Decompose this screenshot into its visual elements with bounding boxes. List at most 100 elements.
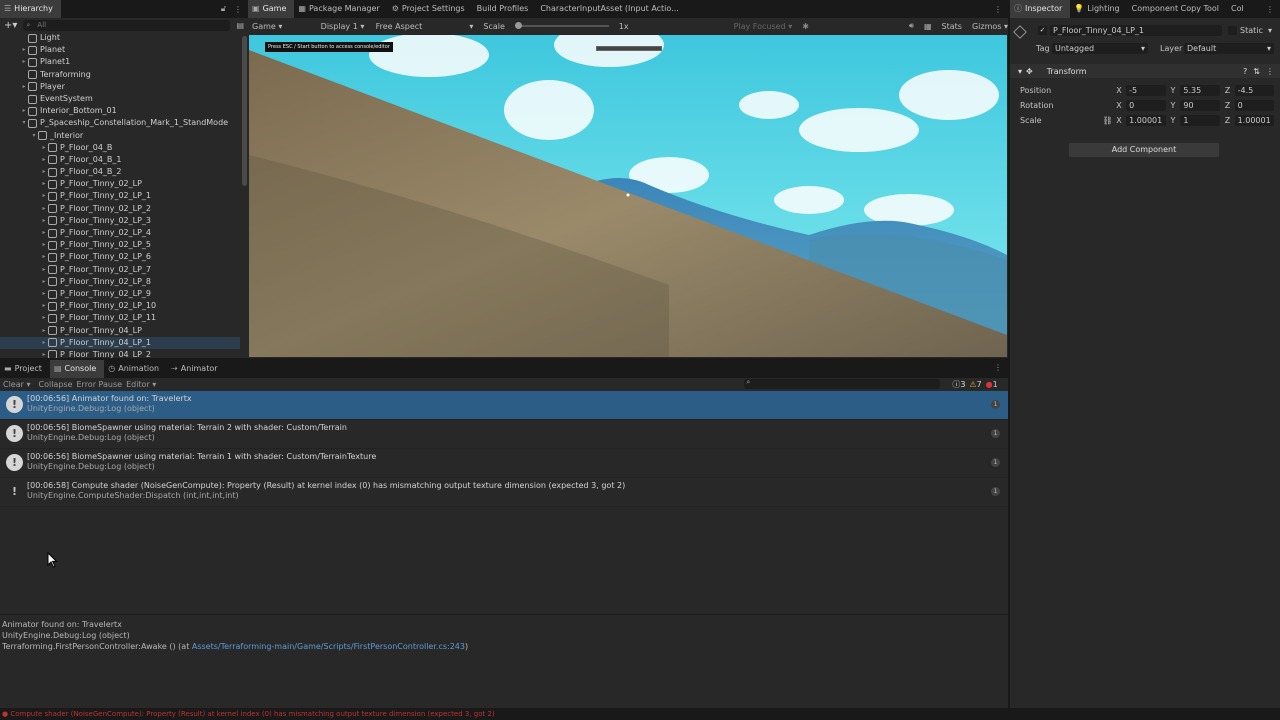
layer-dropdown[interactable]: Default ▾ [1184, 43, 1274, 54]
game-viewport[interactable]: Press ESC / Start button to access conso… [249, 35, 1007, 357]
display-dropdown[interactable]: Display 1 ▾ [321, 22, 366, 31]
hierarchy-item[interactable]: Light [0, 32, 240, 44]
expand-arrow-icon[interactable]: ▸ [40, 312, 48, 324]
hierarchy-item[interactable]: ▸ P_Floor_Tinny_02_LP_10 [0, 300, 240, 312]
expand-arrow-icon[interactable]: ▸ [40, 300, 48, 312]
hierarchy-item[interactable]: ▸ P_Floor_Tinny_02_LP_6 [0, 251, 240, 263]
top-tab[interactable]: CharacterInputAsset (Input Actio... [536, 0, 686, 18]
hierarchy-item[interactable]: ▸ P_Floor_Tinny_02_LP_11 [0, 312, 240, 324]
constrain-scale-icon[interactable]: ⛓︎ [1103, 116, 1117, 125]
hierarchy-item[interactable]: ▸ P_Floor_04_B_1 [0, 154, 240, 166]
hierarchy-item[interactable]: ▸ Interior_Bottom_01 [0, 105, 240, 117]
lock-icon[interactable]: 🔓︎ [219, 4, 228, 14]
expand-arrow-icon[interactable]: ▸ [40, 264, 48, 276]
component-menu-icon[interactable]: ⋮ [1266, 67, 1274, 76]
inspector-tab[interactable]: ⓘ Inspector [1010, 0, 1071, 18]
tag-dropdown[interactable]: Untagged ▾ [1052, 43, 1148, 54]
hierarchy-item[interactable]: ▸ P_Floor_Tinny_04_LP_1 [0, 336, 240, 349]
hierarchy-search-input[interactable]: ⌕ All [23, 19, 231, 31]
console-tab[interactable]: ▬ Project [0, 360, 50, 378]
console-search-input[interactable]: ⌕ [744, 378, 941, 389]
clear-button[interactable]: Clear ▾ [3, 380, 30, 389]
expand-arrow-icon[interactable]: ▸ [40, 190, 48, 202]
hierarchy-item[interactable]: ▸ Planet1 [0, 56, 240, 68]
hierarchy-item[interactable]: EventSystem [0, 93, 240, 105]
hierarchy-item[interactable]: ▸ P_Floor_Tinny_02_LP_2 [0, 203, 240, 215]
position-y-field[interactable]: 5.35 [1180, 84, 1220, 96]
script-link[interactable]: Assets/Terraforming-main/Game/Scripts/Fi… [192, 642, 465, 651]
top-tab[interactable]: ▣ Game [248, 0, 295, 18]
hierarchy-item[interactable]: ▸ P_Floor_Tinny_02_LP_8 [0, 276, 240, 288]
scale-slider-handle[interactable] [514, 22, 522, 29]
rotation-x-field[interactable]: 0 [1126, 99, 1166, 111]
scale-x-field[interactable]: 1.00001 [1126, 114, 1166, 126]
expand-arrow-icon[interactable]: ▸ [40, 337, 48, 349]
expand-arrow-icon[interactable]: ▸ [40, 142, 48, 154]
audio-icon[interactable]: 🔊︎ [909, 21, 914, 31]
hierarchy-item[interactable]: ▸ P_Floor_Tinny_04_LP [0, 325, 240, 337]
tab-hierarchy[interactable]: ☰ Hierarchy [0, 0, 61, 18]
expand-arrow-icon[interactable]: ▸ [40, 325, 48, 337]
console-tab[interactable]: ▤ Console [49, 360, 105, 378]
more-options-icon[interactable]: ⋮ [228, 5, 248, 14]
expand-arrow-icon[interactable]: ▸ [40, 154, 48, 166]
hierarchy-item[interactable]: ▸ P_Floor_Tinny_02_LP_7 [0, 264, 240, 276]
console-entry[interactable]: ! [00:06:56] BiomeSpawner using material:… [0, 420, 1008, 449]
inspector-tab[interactable]: 💡 Lighting [1070, 0, 1127, 18]
hierarchy-scrollbar[interactable] [242, 36, 247, 186]
expand-arrow-icon[interactable]: ▾ [30, 130, 38, 142]
expand-arrow-icon[interactable]: ▸ [20, 44, 28, 56]
add-icon[interactable]: +▾ [4, 20, 17, 31]
console-entry[interactable]: ! [00:06:58] Compute shader (NoiseGenComp… [0, 478, 1008, 507]
collapse-arrow-icon[interactable]: ▾ [1018, 67, 1022, 76]
hierarchy-item[interactable]: Terraforming [0, 69, 240, 81]
console-entry[interactable]: ! [00:06:56] Animator found on: Travelert… [0, 391, 1008, 420]
play-focused-dropdown[interactable]: Play Focused ▾ [734, 22, 793, 31]
scene-filter-icon[interactable]: ▤ [236, 21, 244, 30]
add-component-button[interactable]: Add Component [1068, 142, 1220, 158]
expand-arrow-icon[interactable]: ▸ [40, 349, 48, 358]
console-tab[interactable]: ⇢ Animator [167, 360, 225, 378]
info-filter-toggle[interactable]: ⓘ3 [952, 379, 965, 390]
expand-arrow-icon[interactable]: ▸ [40, 227, 48, 239]
expand-arrow-icon[interactable]: ▸ [40, 276, 48, 288]
hierarchy-item[interactable]: ▸ P_Floor_Tinny_02_LP [0, 178, 240, 190]
hierarchy-item[interactable]: ▸ Planet [0, 44, 240, 56]
top-tab[interactable]: Build Profiles [473, 0, 537, 18]
expand-arrow-icon[interactable]: ▸ [40, 239, 48, 251]
hierarchy-item[interactable]: ▸ P_Floor_Tinny_02_LP_4 [0, 227, 240, 239]
rotation-z-field[interactable]: 0 [1234, 99, 1274, 111]
bug-icon[interactable]: ✱ [802, 22, 809, 31]
error-pause-button[interactable]: Error Pause [76, 380, 122, 389]
expand-arrow-icon[interactable]: ▸ [40, 166, 48, 178]
hierarchy-item[interactable]: ▸ P_Floor_Tinny_04_LP_2 [0, 349, 240, 358]
transform-header[interactable]: ▾ ✥ Transform ? ⇅ ⋮ [1010, 64, 1280, 78]
hierarchy-item[interactable]: ▾ _Interior [0, 130, 240, 142]
active-checkbox[interactable]: ✓ [1038, 26, 1047, 35]
expand-arrow-icon[interactable]: ▸ [40, 215, 48, 227]
inspector-tab[interactable]: Col [1227, 0, 1252, 18]
expand-arrow-icon[interactable]: ▸ [40, 178, 48, 190]
scale-y-field[interactable]: 1 [1180, 114, 1220, 126]
console-entry[interactable]: ! [00:06:56] BiomeSpawner using material:… [0, 449, 1008, 478]
static-checkbox[interactable] [1228, 26, 1237, 35]
hierarchy-item[interactable]: ▸ P_Floor_04_B [0, 142, 240, 154]
object-name-field[interactable]: P_Floor_Tinny_04_LP_1 [1050, 25, 1222, 36]
expand-arrow-icon[interactable]: ▸ [40, 203, 48, 215]
expand-arrow-icon[interactable]: ▾ [20, 117, 28, 129]
hierarchy-item[interactable]: ▸ P_Floor_Tinny_02_LP_5 [0, 239, 240, 251]
expand-arrow-icon[interactable]: ▸ [40, 288, 48, 300]
more-options-icon[interactable]: ⋮ [1260, 5, 1280, 14]
static-dropdown-icon[interactable]: ▾ [1268, 26, 1272, 35]
hierarchy-item[interactable]: ▸ P_Floor_04_B_2 [0, 166, 240, 178]
scale-slider[interactable] [514, 22, 609, 29]
error-filter-toggle[interactable]: ●1 [986, 380, 998, 389]
aspect-dropdown[interactable]: Free Aspect ▾ [376, 22, 474, 31]
expand-arrow-icon[interactable]: ▸ [20, 105, 28, 117]
position-x-field[interactable]: -5 [1126, 84, 1166, 96]
top-tab[interactable]: ⚙ Project Settings [388, 0, 473, 18]
inspector-tab[interactable]: Component Copy Tool [1128, 0, 1227, 18]
stats-button[interactable]: Stats [942, 22, 962, 31]
rotation-y-field[interactable]: 90 [1180, 99, 1220, 111]
grid-icon[interactable]: ▦ [924, 22, 932, 31]
